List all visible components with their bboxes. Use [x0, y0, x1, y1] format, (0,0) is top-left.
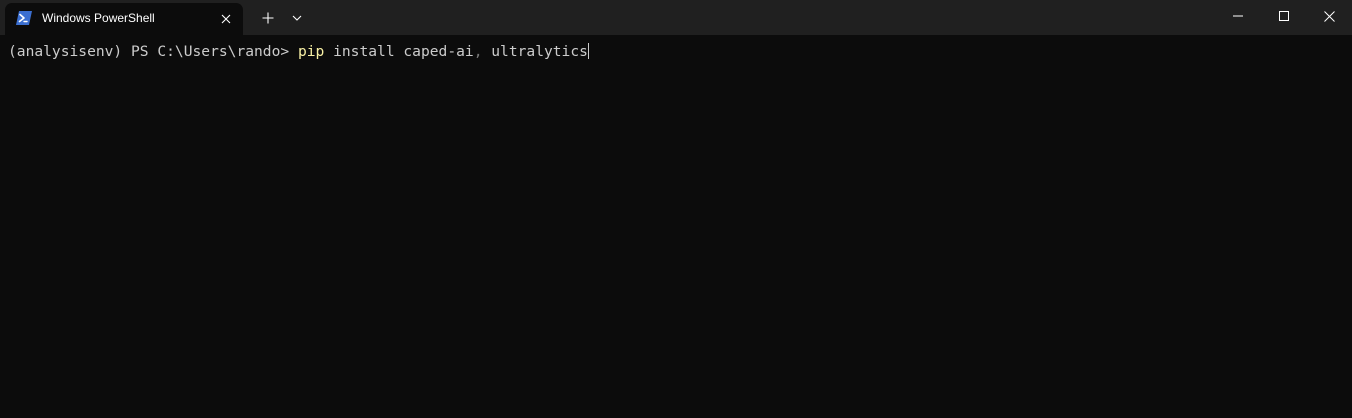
tab-dropdown-button[interactable]: [287, 8, 307, 28]
tab-close-button[interactable]: [217, 10, 235, 28]
text-cursor: [587, 43, 589, 59]
tab-title: Windows PowerShell: [42, 11, 155, 25]
minimize-icon: [1233, 15, 1243, 17]
close-window-button[interactable]: [1306, 0, 1352, 32]
terminal-window: Windows PowerShell (analysisenv) PS C:\U…: [0, 0, 1352, 418]
command-args-2: ultralytics: [482, 43, 588, 60]
command-args-1: install caped-ai: [324, 43, 474, 60]
title-bar[interactable]: Windows PowerShell: [0, 0, 1352, 35]
new-tab-button[interactable]: [256, 8, 280, 28]
command-line: (analysisenv) PS C:\Users\rando> pip ins…: [8, 43, 589, 61]
maximize-icon: [1279, 11, 1289, 21]
chevron-down-icon: [292, 15, 302, 21]
close-icon: [1323, 10, 1335, 22]
close-icon: [221, 14, 231, 24]
prompt: (analysisenv) PS C:\Users\rando>: [8, 43, 298, 60]
terminal-content[interactable]: (analysisenv) PS C:\Users\rando> pip ins…: [0, 35, 1352, 418]
tab-windows-powershell[interactable]: Windows PowerShell: [5, 3, 243, 35]
powershell-icon: [16, 11, 32, 25]
command-name: pip: [297, 43, 325, 60]
plus-icon: [262, 12, 274, 24]
maximize-button[interactable]: [1261, 0, 1307, 32]
minimize-button[interactable]: [1215, 0, 1261, 32]
